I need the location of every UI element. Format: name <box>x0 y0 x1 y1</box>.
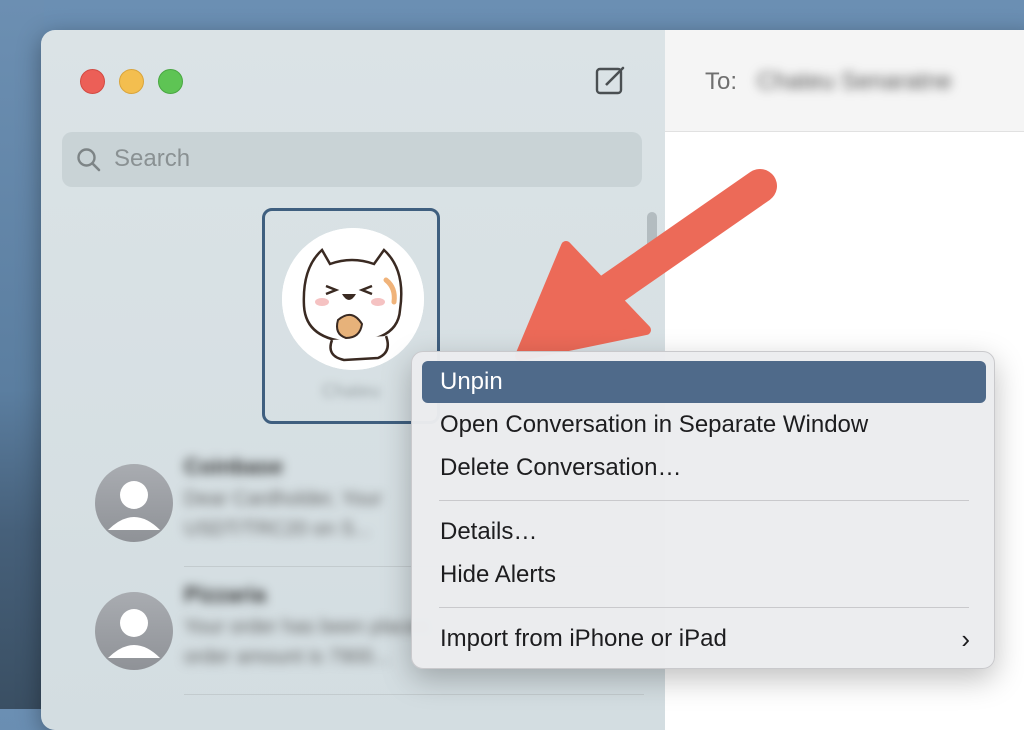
context-menu: Unpin Open Conversation in Separate Wind… <box>411 351 995 669</box>
menu-item-import[interactable]: Import from iPhone or iPad › <box>422 618 986 660</box>
chevron-right-icon: › <box>961 624 970 654</box>
menu-item-unpin[interactable]: Unpin <box>422 361 986 403</box>
menu-item-import-label: Import from iPhone or iPad <box>440 625 727 652</box>
menu-item-open-separate-window[interactable]: Open Conversation in Separate Window <box>422 404 986 446</box>
menu-separator <box>439 607 969 608</box>
menu-item-details[interactable]: Details… <box>422 511 986 553</box>
menu-item-delete-conversation[interactable]: Delete Conversation… <box>422 447 986 489</box>
menu-separator <box>439 500 969 501</box>
menu-item-hide-alerts[interactable]: Hide Alerts <box>422 554 986 596</box>
